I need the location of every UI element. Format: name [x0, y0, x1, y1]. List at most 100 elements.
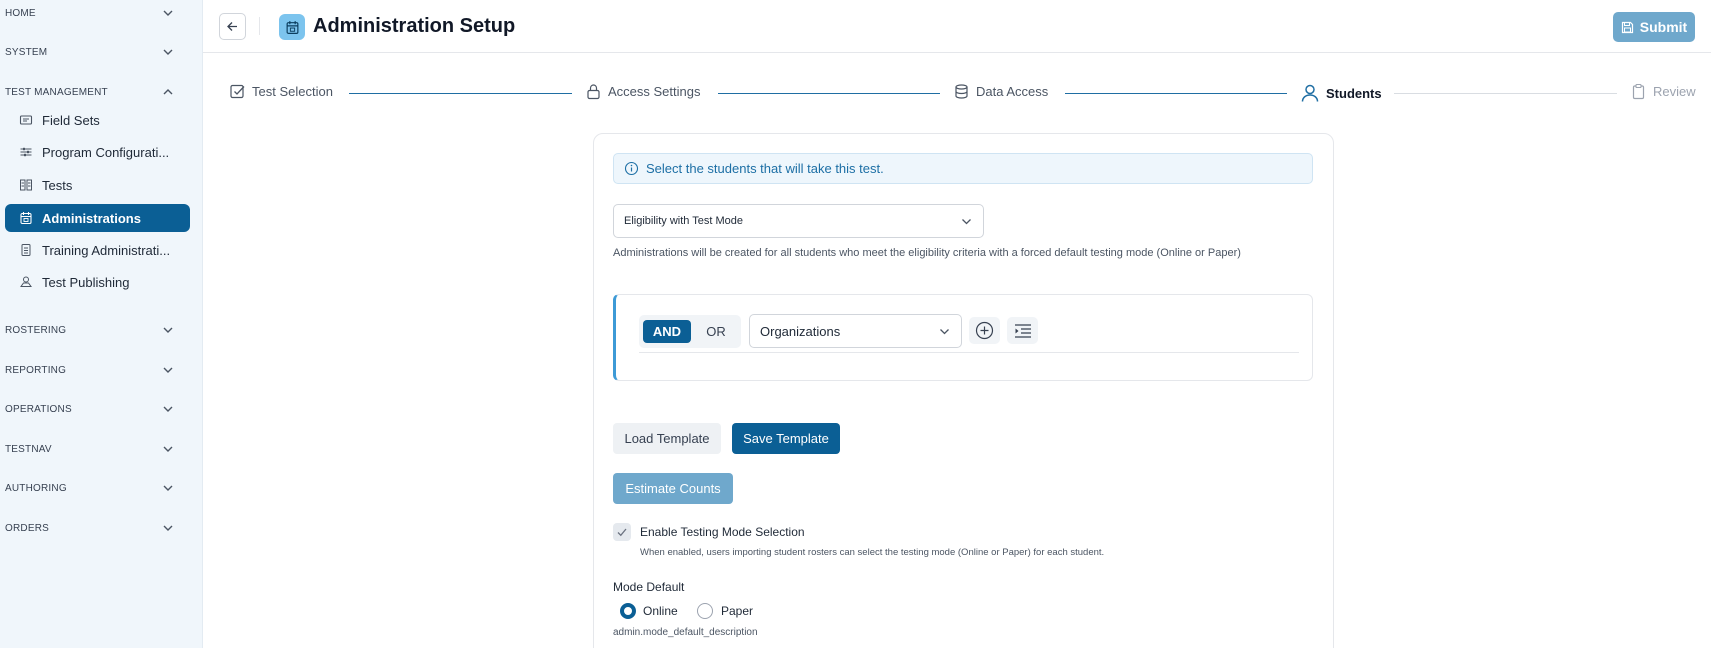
save-icon — [1621, 21, 1633, 33]
sidebar-section-label: SYSTEM — [5, 46, 48, 58]
rule-builder: AND OR Organizations — [613, 294, 1313, 381]
step-connector — [349, 93, 572, 94]
tests-icon — [20, 179, 32, 191]
step-label: Students — [1326, 85, 1382, 101]
sidebar-section-label: HOME — [5, 7, 36, 19]
calendar-icon — [20, 212, 32, 225]
sidebar-section-reporting[interactable]: REPORTING — [0, 357, 203, 383]
sidebar-item-label: Field Sets — [42, 112, 100, 128]
mode-online-radio[interactable] — [620, 603, 636, 619]
students-card: Select the students that will take this … — [593, 133, 1334, 648]
sidebar-item-label: Administrations — [42, 210, 141, 226]
chevron-down-icon — [163, 525, 173, 531]
chevron-down-icon — [163, 446, 173, 452]
step-review[interactable]: Review — [1630, 83, 1696, 100]
chevron-down-icon — [962, 219, 971, 225]
sidebar-section-label: OPERATIONS — [5, 403, 72, 415]
sidebar-item-administrations[interactable]: Administrations — [5, 204, 190, 232]
sidebar-item-training-administrations[interactable]: Training Administrati... — [5, 236, 190, 264]
training-icon — [21, 244, 31, 256]
eligibility-select[interactable]: Eligibility with Test Mode — [613, 204, 984, 238]
info-icon — [624, 161, 639, 176]
mode-online-label: Online — [643, 604, 678, 618]
sidebar-item-test-publishing[interactable]: Test Publishing — [5, 268, 190, 296]
step-students[interactable]: Students — [1300, 83, 1382, 103]
sliders-icon — [20, 147, 32, 157]
sidebar-section-test-management[interactable]: TEST MANAGEMENT — [0, 79, 203, 105]
sidebar-item-label: Test Publishing — [42, 274, 130, 290]
sidebar-section-label: REPORTING — [5, 364, 67, 376]
mode-default-label: Mode Default — [613, 580, 685, 594]
add-rule-button[interactable] — [969, 317, 1000, 344]
load-template-button[interactable]: Load Template — [613, 423, 721, 454]
sidebar-section-orders[interactable]: ORDERS — [0, 515, 203, 541]
rule-divider — [639, 352, 1299, 353]
chevron-down-icon — [163, 367, 173, 373]
chevron-down-icon — [163, 485, 173, 491]
sidebar-item-label: Training Administrati... — [42, 242, 171, 258]
step-data-access[interactable]: Data Access — [953, 83, 1048, 100]
sidebar-item-tests[interactable]: Tests — [5, 171, 190, 199]
enable-testing-mode-description: When enabled, users importing student ro… — [640, 547, 1105, 558]
logic-operator-group: AND OR — [639, 315, 741, 348]
plus-circle-icon — [975, 321, 994, 340]
sidebar-item-field-sets[interactable]: Field Sets — [5, 106, 190, 134]
chevron-down-icon — [163, 10, 173, 16]
eligibility-description: Administrations will be created for all … — [613, 247, 1241, 259]
publish-icon — [20, 276, 32, 287]
sidebar-section-home[interactable]: HOME — [0, 0, 203, 26]
step-access-settings[interactable]: Access Settings — [585, 83, 701, 100]
calendar-icon — [279, 14, 305, 40]
page-title: Administration Setup — [313, 15, 516, 37]
chevron-down-icon — [163, 327, 173, 333]
save-template-button[interactable]: Save Template — [732, 423, 840, 454]
step-label: Review — [1653, 84, 1696, 99]
mode-default-description: admin.mode_default_description — [613, 627, 758, 638]
database-icon — [955, 84, 968, 99]
sidebar-section-label: TESTNAV — [5, 443, 52, 455]
chevron-up-icon — [163, 89, 173, 95]
step-connector — [1065, 93, 1287, 94]
or-button[interactable]: OR — [697, 320, 735, 343]
sidebar-section-operations[interactable]: OPERATIONS — [0, 396, 203, 422]
step-connector — [1394, 93, 1617, 94]
back-button[interactable] — [219, 13, 246, 40]
field-sets-icon — [19, 115, 33, 125]
info-text: Select the students that will take this … — [646, 161, 884, 176]
indent-icon — [1014, 323, 1031, 338]
sidebar: HOME SYSTEM TEST MANAGEMENT Field Sets P… — [0, 0, 203, 648]
step-connector — [718, 93, 940, 94]
sidebar-section-label: ORDERS — [5, 522, 49, 534]
sidebar-section-system[interactable]: SYSTEM — [0, 39, 203, 65]
header-divider — [259, 17, 260, 35]
chevron-down-icon — [163, 406, 173, 412]
sidebar-item-program-configuration[interactable]: Program Configurati... — [5, 138, 190, 166]
chevron-down-icon — [940, 329, 949, 335]
clipboard-icon — [1632, 83, 1645, 100]
mode-paper-radio[interactable] — [697, 603, 713, 619]
rule-field-select[interactable]: Organizations — [749, 314, 962, 348]
step-test-selection[interactable]: Test Selection — [229, 83, 333, 100]
estimate-counts-button[interactable]: Estimate Counts — [613, 473, 733, 504]
sidebar-section-testnav[interactable]: TESTNAV — [0, 436, 203, 462]
step-label: Data Access — [976, 84, 1049, 99]
info-banner: Select the students that will take this … — [613, 153, 1313, 184]
sidebar-section-label: ROSTERING — [5, 324, 67, 336]
submit-button-label: Submit — [1639, 19, 1688, 35]
user-icon — [1301, 84, 1319, 102]
eligibility-select-value: Eligibility with Test Mode — [624, 215, 744, 227]
sidebar-section-label: TEST MANAGEMENT — [5, 86, 108, 98]
chevron-down-icon — [163, 49, 173, 55]
sidebar-item-label: Tests — [42, 177, 73, 193]
add-group-button[interactable] — [1007, 317, 1038, 344]
sidebar-section-authoring[interactable]: AUTHORING — [0, 475, 203, 501]
step-label: Access Settings — [608, 84, 701, 99]
enable-testing-mode-checkbox[interactable] — [613, 523, 631, 541]
mode-paper-label: Paper — [721, 604, 754, 618]
submit-button[interactable]: Submit — [1613, 12, 1695, 42]
and-button[interactable]: AND — [643, 320, 691, 343]
step-label: Test Selection — [252, 84, 333, 99]
lock-icon — [587, 84, 600, 100]
arrow-left-icon — [227, 22, 237, 31]
sidebar-section-rostering[interactable]: ROSTERING — [0, 317, 203, 343]
